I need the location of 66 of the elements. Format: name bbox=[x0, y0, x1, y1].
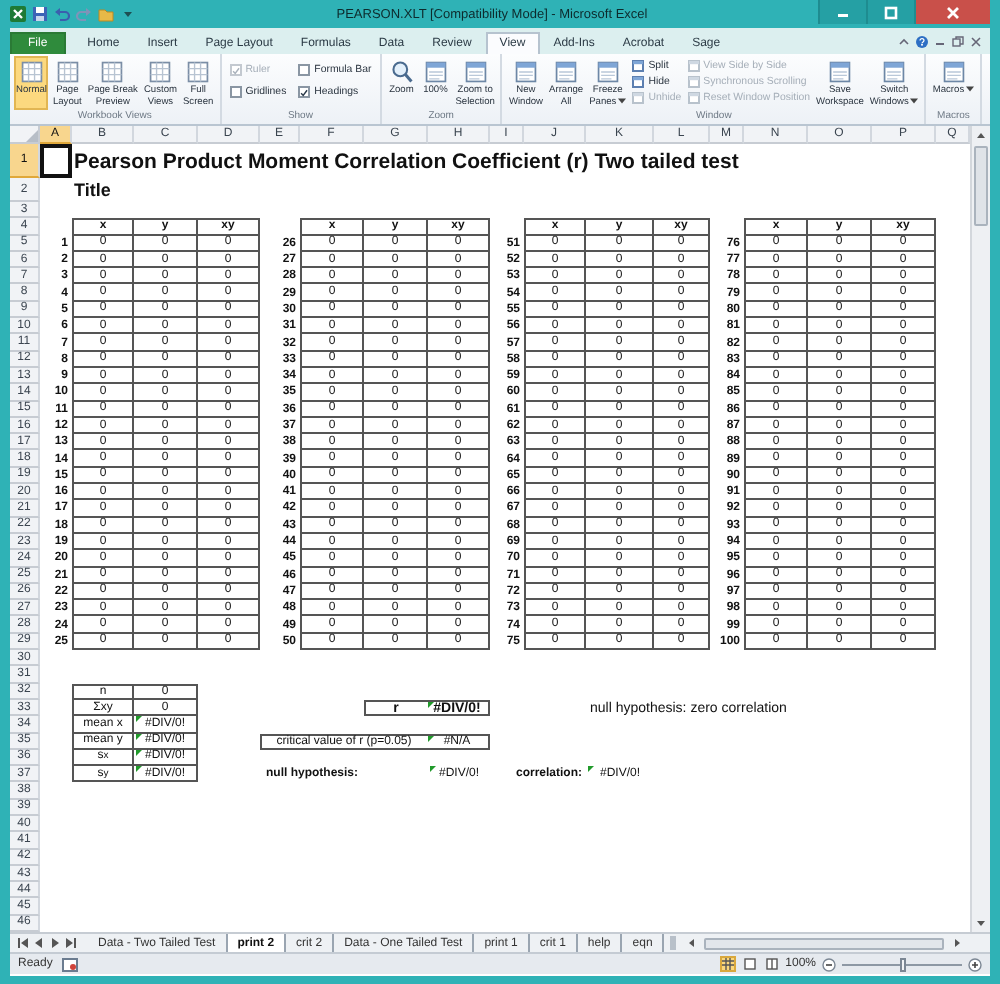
macro-record-icon[interactable] bbox=[62, 957, 79, 971]
page-break-view-button[interactable] bbox=[763, 956, 780, 972]
last-sheet-button[interactable] bbox=[66, 938, 76, 948]
pane-icon bbox=[687, 59, 700, 71]
error-indicator-icon bbox=[136, 733, 142, 739]
sheet-icon bbox=[19, 60, 44, 84]
zoom-in-button[interactable] bbox=[968, 957, 982, 971]
close-icon bbox=[946, 5, 960, 19]
window-icon bbox=[882, 60, 907, 84]
help-icon[interactable] bbox=[916, 35, 928, 47]
caret-icon bbox=[618, 97, 627, 104]
minimize-button[interactable] bbox=[818, 0, 866, 24]
selected-cell[interactable] bbox=[40, 144, 72, 178]
restore-icon[interactable] bbox=[952, 35, 964, 47]
previous-sheet-button[interactable] bbox=[34, 938, 44, 948]
first-sheet-button[interactable] bbox=[18, 938, 28, 948]
error-indicator-icon bbox=[428, 701, 434, 708]
caret-icon bbox=[910, 97, 919, 104]
sheet-icon bbox=[186, 60, 211, 84]
pane-icon bbox=[632, 91, 645, 103]
zoom-out-button[interactable] bbox=[822, 957, 836, 971]
next-sheet-button[interactable] bbox=[50, 938, 60, 948]
scrollbar-thumb[interactable] bbox=[974, 146, 988, 226]
error-indicator-icon bbox=[136, 749, 142, 756]
save-icon[interactable] bbox=[32, 6, 48, 22]
undo-icon[interactable] bbox=[54, 6, 70, 22]
close-icon[interactable] bbox=[970, 35, 982, 47]
maximize-button[interactable] bbox=[866, 0, 914, 24]
window-icon bbox=[554, 60, 579, 84]
caret-icon[interactable] bbox=[120, 6, 136, 22]
normal-view-button[interactable] bbox=[719, 956, 736, 972]
sheet-icon bbox=[148, 60, 173, 84]
close-button[interactable] bbox=[914, 0, 990, 24]
scrollbar-thumb[interactable] bbox=[704, 937, 944, 949]
checkbox[interactable] bbox=[298, 64, 311, 76]
app-icon[interactable] bbox=[10, 6, 26, 22]
caret-icon bbox=[966, 86, 975, 93]
vertical-scrollbar[interactable] bbox=[970, 126, 990, 932]
sheet-icon bbox=[100, 60, 125, 84]
error-indicator-icon bbox=[428, 735, 434, 741]
window-icon bbox=[941, 60, 966, 84]
sheet-icon bbox=[55, 60, 80, 84]
triangle-icon bbox=[26, 130, 38, 142]
pane-icon bbox=[632, 75, 645, 87]
window-icon bbox=[463, 60, 488, 84]
pane-icon bbox=[687, 75, 700, 87]
splitter-handle[interactable] bbox=[670, 936, 677, 950]
sheet-title: Pearson Product Moment Correlation Coefficient (r) Two tailed test bbox=[72, 147, 741, 177]
magnifier-icon bbox=[389, 60, 414, 84]
error-indicator-icon bbox=[136, 716, 142, 723]
window-icon bbox=[595, 60, 620, 84]
window-icon bbox=[423, 60, 448, 84]
pane-icon bbox=[632, 59, 645, 71]
slider-thumb[interactable] bbox=[899, 957, 905, 971]
subtitle: Title bbox=[72, 178, 113, 202]
window-icon bbox=[827, 60, 852, 84]
error-indicator-icon bbox=[588, 766, 594, 773]
checkbox[interactable] bbox=[298, 86, 311, 98]
error-indicator-icon bbox=[430, 766, 436, 773]
window-icon bbox=[513, 60, 538, 84]
maximize-icon bbox=[884, 5, 898, 19]
error-indicator-icon bbox=[136, 766, 142, 773]
checkbox[interactable] bbox=[229, 86, 242, 98]
collapse-ribbon-icon[interactable] bbox=[898, 35, 910, 47]
page-layout-view-button[interactable] bbox=[741, 956, 758, 972]
pane-icon bbox=[687, 91, 700, 103]
